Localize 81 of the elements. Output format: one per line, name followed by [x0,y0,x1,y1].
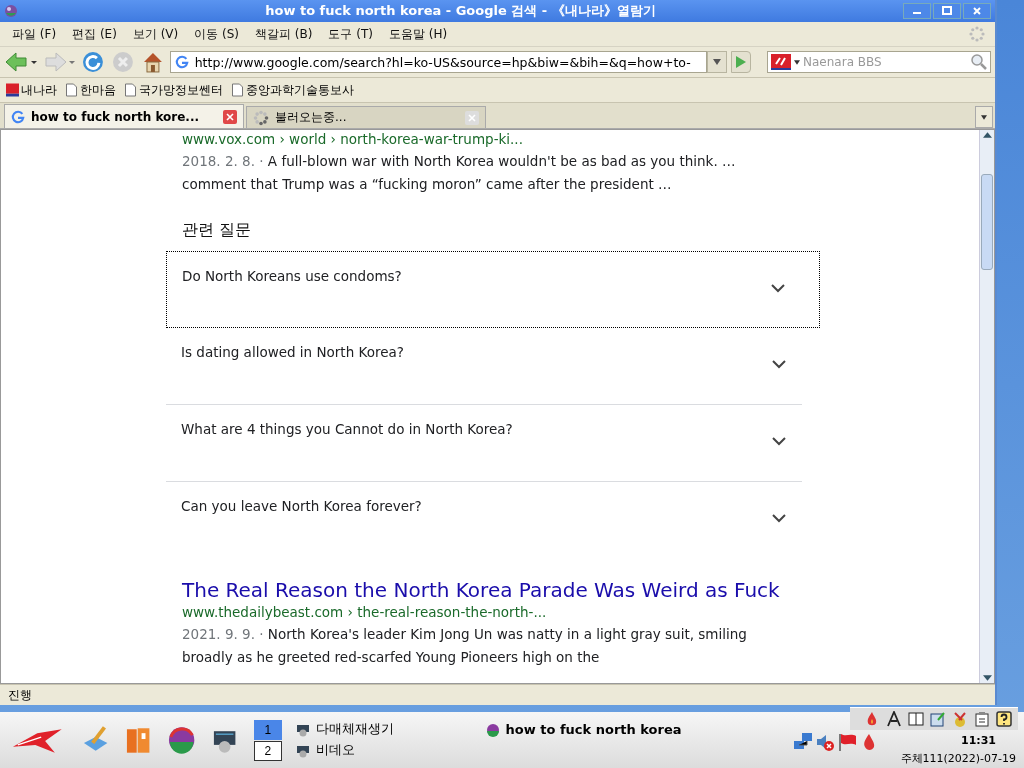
search-engine-logo-icon [771,54,792,70]
globe-icon [485,722,500,737]
question-accordion[interactable]: Can you leave North Korea forever? [166,482,802,559]
google-g-icon [174,55,189,69]
scroll-thumb[interactable] [981,174,993,270]
result-snippet: 2018. 2. 8. · A full-blown war with North Korea wouldn't be as bad as you think. … comment that Trump was a “fucking moron” came after the president … [182,152,737,194]
clock-time: 11:31 [961,734,996,747]
globe-icon[interactable] [167,725,197,755]
chevron-down-icon [772,360,786,369]
section-heading: 관련 질문 [182,220,253,241]
result-url[interactable]: www.vox.com › world › north-korea-war-trump-ki... [182,130,782,148]
caret-icon [794,59,801,65]
history-dropdown-button[interactable] [707,51,728,73]
chevron-down-icon [771,284,785,293]
clipboard-icon[interactable] [974,711,990,727]
search-icon[interactable] [970,53,988,71]
taskbar-task[interactable]: 다매체재생기 [295,721,472,738]
close-icon [972,6,982,16]
question-accordion[interactable]: What are 4 things you Cannot do in North Korea? [166,405,802,482]
tab-close-icon[interactable] [223,109,237,124]
notepad-icon[interactable] [930,711,946,727]
url-field[interactable]: http://www.google.com/search?hl=ko-US&source=hp&biw=&bih=&q=how+to- [169,51,708,73]
bookmark-item[interactable]: 중앙과학기술통보사 [231,81,354,99]
scroll-up-icon[interactable] [982,132,992,138]
active-window-button[interactable]: how to fuck north korea [485,722,779,737]
workspace-button[interactable]: 1 [253,719,282,740]
result-url[interactable]: www.thedailybeast.com › the-real-reason-the-north-... [182,603,782,621]
back-button[interactable] [4,51,38,73]
menu-item[interactable]: 보기 (V) [124,25,187,43]
tab-label: 불러오는중... [275,109,348,126]
google-g-icon [11,109,25,124]
throbber-icon [969,26,985,42]
question-accordion[interactable]: Do North Koreans use condoms? [166,251,820,328]
page-icon [231,83,244,97]
caret-icon [713,59,722,65]
clock-date: 주체111(2022)-07-19 [900,751,1016,766]
site-logo-icon [6,83,19,97]
play-arrow-icon [735,55,748,69]
reload-icon[interactable] [82,51,104,73]
columns-icon[interactable] [908,711,924,727]
result-title-link[interactable]: The Real Reason the North Korea Parade Was Weird as Fuck [182,577,782,603]
window-title: how to fuck north korea - Google 검색 - 《내나라》열람기 [264,2,657,20]
tab-label: how to fuck north kore... [31,109,201,124]
question-accordion[interactable]: Is dating allowed in North Korea? [166,328,802,405]
media-player-icon [295,743,310,758]
chevron-down-icon [772,437,786,446]
menu-item[interactable]: 도움말 (H) [381,25,456,43]
status-text: 진행 [8,686,32,704]
volume-muted-icon[interactable] [814,732,835,752]
page-icon [65,83,78,97]
menu-item[interactable]: 파일 (F) [4,25,65,43]
browser-tab[interactable]: 불러오는중... [246,106,486,128]
bookmark-item[interactable]: 내나라 [6,81,57,99]
maximize-button[interactable] [933,3,961,19]
vertical-scrollbar[interactable] [979,130,994,683]
font-icon[interactable] [886,711,902,727]
menu-item[interactable]: 이동 (S) [186,25,248,43]
workspace-button[interactable]: 2 [253,740,282,761]
scroll-down-icon[interactable] [982,675,992,681]
caret-icon [981,114,987,120]
home-icon[interactable] [141,51,164,73]
maximize-icon [942,6,952,16]
menu-item[interactable]: 편집 (E) [64,25,125,43]
flag-icon[interactable] [836,732,857,752]
network-icon[interactable] [792,732,813,752]
minimize-button[interactable] [903,3,931,19]
browser-tab[interactable]: how to fuck north kore... [4,104,244,128]
page-icon [124,83,137,97]
loading-spinner-icon [253,109,269,126]
chevron-down-icon [772,514,786,523]
globe-icon [4,4,18,18]
media-player-icon [295,722,310,737]
bookmark-item[interactable]: 한마음 [65,81,116,99]
result-snippet: 2021. 9. 9. · North Korea's leader Kim Jong Un was natty in a light gray suit, smiling broadly as he greeted red-scarfed Young Pioneers high on the [182,625,748,667]
menu-item[interactable]: 책갈피 (B) [247,25,321,43]
close-button[interactable] [963,3,991,19]
taskbar-task[interactable]: 비데오 [295,742,472,759]
help-icon[interactable] [996,711,1012,727]
tab-list-button[interactable] [975,106,993,128]
menu-item[interactable]: 도구 (T) [320,25,381,43]
bookmark-item[interactable]: 국가망정보쎈터 [124,81,223,99]
